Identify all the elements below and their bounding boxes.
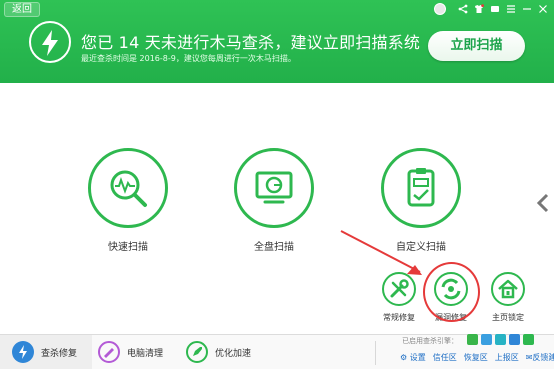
feedback-link[interactable]: ✉反馈建议 [526,352,554,363]
broom-icon [98,341,120,363]
feedback-link-label: 反馈建议 [532,353,554,362]
full-scan-tool[interactable]: 全盘扫描 [234,148,314,253]
header-banner: 返回 您已 14 天未进行木马查杀，建议立即扫描系统 最近查杀时间是 2016-… [0,0,554,83]
message-icon[interactable] [489,4,500,15]
settings-link[interactable]: ⚙ 设置 [400,352,426,363]
full-scan-icon [234,148,314,228]
engine-bitdefender-icon[interactable] [509,334,520,345]
trust-zone-link[interactable]: 信任区 [433,352,457,363]
full-scan-label: 全盘扫描 [254,242,294,253]
engine-qvm-icon[interactable] [495,334,506,345]
page-title: 您已 14 天未进行木马查杀，建议立即扫描系统 [81,33,421,52]
custom-scan-icon [381,148,461,228]
quick-scan-tool[interactable]: 快速扫描 [88,148,168,253]
tab-cleanup-label: 电脑清理 [127,348,164,359]
lightning-icon [29,21,71,63]
minimize-icon[interactable] [521,4,532,15]
chevron-right-icon[interactable] [534,192,552,214]
close-icon[interactable] [537,4,548,15]
highlight-circle [423,262,480,322]
engine-cloud-icon[interactable] [467,334,478,345]
engine-icons [467,334,534,345]
report-zone-link[interactable]: 上报区 [495,352,519,363]
rocket-icon [186,341,208,363]
avatar[interactable] [434,3,446,15]
homepage-lock-label: 主页锁定 [492,313,524,322]
last-scan-info: 最近查杀时间是 2016-8-9，建议您每周进行一次木马扫描。 [81,54,296,63]
back-button[interactable]: 返回 [4,2,40,17]
custom-scan-tool[interactable]: 自定义扫描 [381,148,461,253]
tab-speedup-label: 优化加速 [215,348,252,359]
homepage-lock-tool[interactable]: 主页锁定 [483,272,533,323]
regular-repair-tool[interactable]: 常规修复 [374,272,424,323]
custom-scan-label: 自定义扫描 [396,242,446,253]
scan-now-button[interactable]: 立即扫描 [428,31,525,61]
tab-cleanup[interactable]: 电脑清理 [98,335,163,369]
settings-link-label: 设置 [409,353,426,362]
share-icon[interactable] [457,4,468,15]
tab-antivirus[interactable]: 查杀修复 [0,335,92,369]
menu-icon[interactable] [505,4,516,15]
lightning-tab-icon [12,341,34,363]
quick-scan-label: 快速扫描 [108,242,148,253]
restore-zone-link[interactable]: 恢复区 [464,352,488,363]
engine-system-icon[interactable] [523,334,534,345]
shirt-icon[interactable] [473,4,484,15]
engines-label: 已启用查杀引擎： [402,337,458,345]
footer-links: ⚙ 设置 信任区 恢复区 上报区 ✉反馈建议 [400,352,554,363]
tab-antivirus-label: 查杀修复 [41,348,78,359]
settings-icon: ⚙ [400,353,408,362]
engine-avira-icon[interactable] [481,334,492,345]
bottom-divider [375,341,376,365]
home-lock-icon [491,272,525,306]
wrench-icon [382,272,416,306]
tab-speedup[interactable]: 优化加速 [186,335,251,369]
regular-repair-label: 常规修复 [383,313,415,322]
quick-scan-icon [88,148,168,228]
window-controls [434,2,548,16]
